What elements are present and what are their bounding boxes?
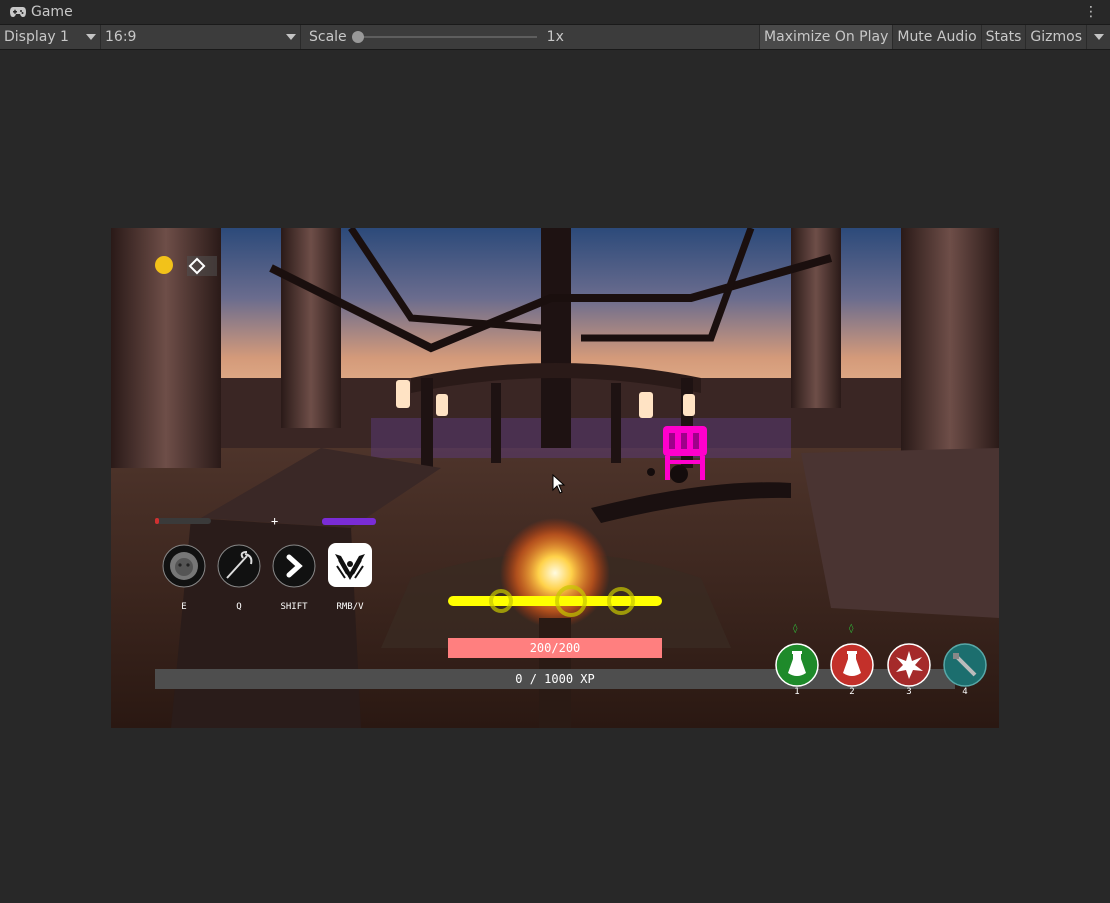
aspect-dropdown[interactable]: 16:9 (101, 25, 301, 49)
maximize-on-play-button[interactable]: Maximize On Play (759, 25, 893, 49)
item-slot-2-key: 2 (849, 687, 855, 697)
ability-2-key: SHIFT (280, 602, 308, 612)
game-toolbar: Display 1 16:9 Scale 1x Maximize On Play… (0, 25, 1110, 50)
scale-value: 1x (546, 29, 564, 45)
red-potion-icon (830, 643, 874, 687)
item-slot-4-key: 4 (962, 687, 968, 697)
green-potion-icon (775, 643, 819, 687)
chevron-down-icon (1093, 34, 1104, 40)
item-slot-3-key: 3 (906, 687, 912, 697)
mouse-cursor-icon (552, 474, 566, 494)
display-dropdown-label: Display 1 (4, 29, 69, 45)
health-text: 200/200 (529, 641, 581, 655)
ability-0[interactable] (162, 544, 206, 592)
game-viewport[interactable]: + E Q SHIFT RMB/V 200/200 0 / 1000 XP ◊ … (111, 228, 999, 728)
item-charge-indicator-1: ◊ (793, 624, 798, 634)
aspect-dropdown-label: 16:9 (105, 29, 137, 45)
blade-icon (943, 643, 987, 687)
crosshair-icon: + (271, 514, 279, 528)
gamepad-icon (10, 7, 26, 17)
scale-label: Scale (309, 29, 347, 45)
item-slot-2[interactable] (830, 643, 874, 691)
grappling-hook-icon (217, 544, 261, 588)
item-slot-3[interactable] (887, 643, 931, 691)
game-tab[interactable]: Game (0, 0, 81, 24)
burst-icon (887, 643, 931, 687)
coin-icon (155, 256, 173, 274)
ability-1-key: Q (236, 602, 242, 612)
chevron-down-icon (286, 34, 296, 40)
item-slot-4[interactable] (943, 643, 987, 691)
kebab-menu-icon[interactable]: ⋮ (1084, 4, 1098, 20)
chevron-down-icon (86, 34, 96, 40)
game-tab-label: Game (31, 4, 73, 20)
wings-icon (328, 543, 372, 587)
chevron-right-icon (272, 544, 316, 588)
scale-slider[interactable] (351, 31, 537, 43)
ability-3[interactable] (327, 542, 373, 592)
lion-icon (162, 544, 206, 588)
ability-3-key: RMB/V (336, 602, 364, 612)
ability-2[interactable] (272, 544, 316, 592)
scale-control: Scale 1x (309, 29, 564, 45)
diamond-icon (188, 257, 206, 275)
gizmos-dropdown[interactable] (1086, 25, 1110, 49)
scale-slider-handle[interactable] (351, 31, 364, 43)
mute-audio-button[interactable]: Mute Audio (892, 25, 981, 49)
stats-button[interactable]: Stats (980, 25, 1026, 49)
item-slot-1[interactable] (775, 643, 819, 691)
gizmos-button[interactable]: Gizmos (1025, 25, 1086, 49)
gizmos-label: Gizmos (1030, 29, 1082, 45)
ability-0-key: E (181, 602, 187, 612)
display-dropdown[interactable]: Display 1 (0, 25, 101, 49)
item-slot-1-key: 1 (794, 687, 800, 697)
gem-counter (187, 256, 217, 276)
window-titlebar: Game ⋮ (0, 0, 1110, 25)
ability-1[interactable] (217, 544, 261, 592)
item-charge-indicator-2: ◊ (849, 624, 854, 634)
